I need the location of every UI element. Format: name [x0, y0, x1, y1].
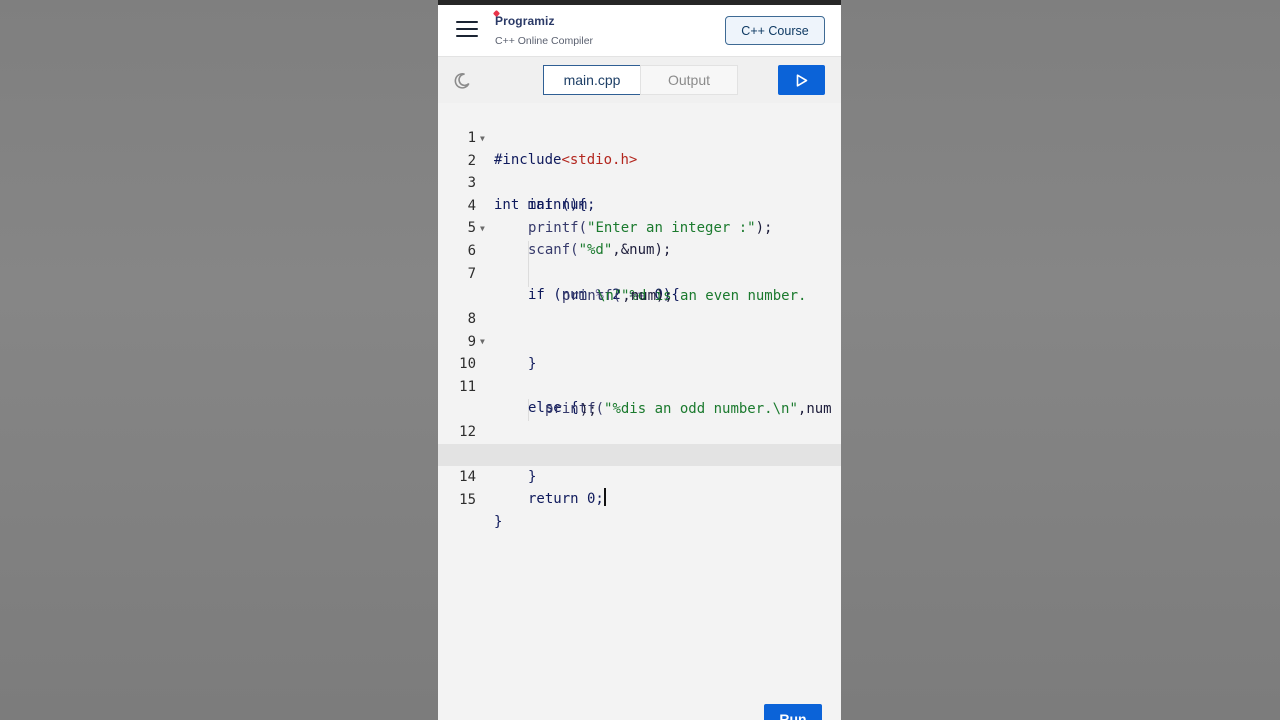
- run-button[interactable]: Run: [764, 704, 822, 720]
- mobile-screen: Programiz C++ Online Compiler C++ Course…: [438, 0, 841, 720]
- code-line: 7 printf("%d is an even number.: [438, 241, 841, 304]
- code-line-wrap: \n",num);: [438, 263, 841, 304]
- fold-arrow-icon[interactable]: ▼: [480, 331, 485, 353]
- programiz-logo[interactable]: Programiz: [495, 14, 555, 28]
- tab-output[interactable]: Output: [640, 65, 738, 95]
- code-line-active: 14 return 0;: [438, 444, 841, 507]
- run-code-button[interactable]: [778, 65, 825, 95]
- code-line: 9 }: [438, 309, 841, 372]
- fold-arrow-icon[interactable]: ▼: [480, 218, 485, 240]
- code-line: 12: [438, 399, 841, 440]
- text-cursor: [603, 488, 606, 506]
- background-right: [841, 0, 1280, 720]
- code-token: return 0;: [528, 491, 604, 507]
- tab-main-cpp[interactable]: main.cpp: [543, 65, 641, 95]
- code-line: 13 }: [438, 422, 841, 485]
- fold-arrow-icon[interactable]: ▼: [480, 128, 485, 150]
- code-line: 4 printf("Enter an integer :");: [438, 173, 841, 236]
- code-line: 15 }: [438, 467, 841, 530]
- code-token: }: [494, 514, 503, 530]
- app-header: Programiz C++ Online Compiler C++ Course: [438, 5, 841, 57]
- play-icon: [796, 73, 807, 87]
- code-line: 8: [438, 286, 841, 327]
- background-left: [0, 0, 438, 720]
- logo-text: Programiz: [495, 14, 555, 28]
- code-line: 10 ▼ else {: [438, 331, 841, 416]
- line-number: 15: [459, 492, 476, 508]
- moon-icon[interactable]: [453, 72, 471, 90]
- code-line: 3 int num;: [438, 150, 841, 213]
- editor-toolbar: main.cpp Output: [438, 57, 841, 104]
- cpp-course-button[interactable]: C++ Course: [725, 16, 825, 45]
- code-line: 11 printf("%dis an odd number.\n",num: [438, 354, 841, 417]
- code-line: 2 ▼ int main(){: [438, 128, 841, 213]
- code-editor[interactable]: 1 #include<stdio.h> 2 ▼ int main(){ 3 in…: [438, 103, 841, 720]
- code-line: 1 #include<stdio.h>: [438, 105, 841, 168]
- hamburger-menu-icon[interactable]: [456, 21, 478, 37]
- code-line: 6 ▼ if (num % 2 == 0){: [438, 218, 841, 303]
- page-subtitle: C++ Online Compiler: [495, 35, 594, 47]
- code-line: 5 scanf("%d",&num);: [438, 195, 841, 258]
- code-line-wrap: );: [438, 377, 841, 418]
